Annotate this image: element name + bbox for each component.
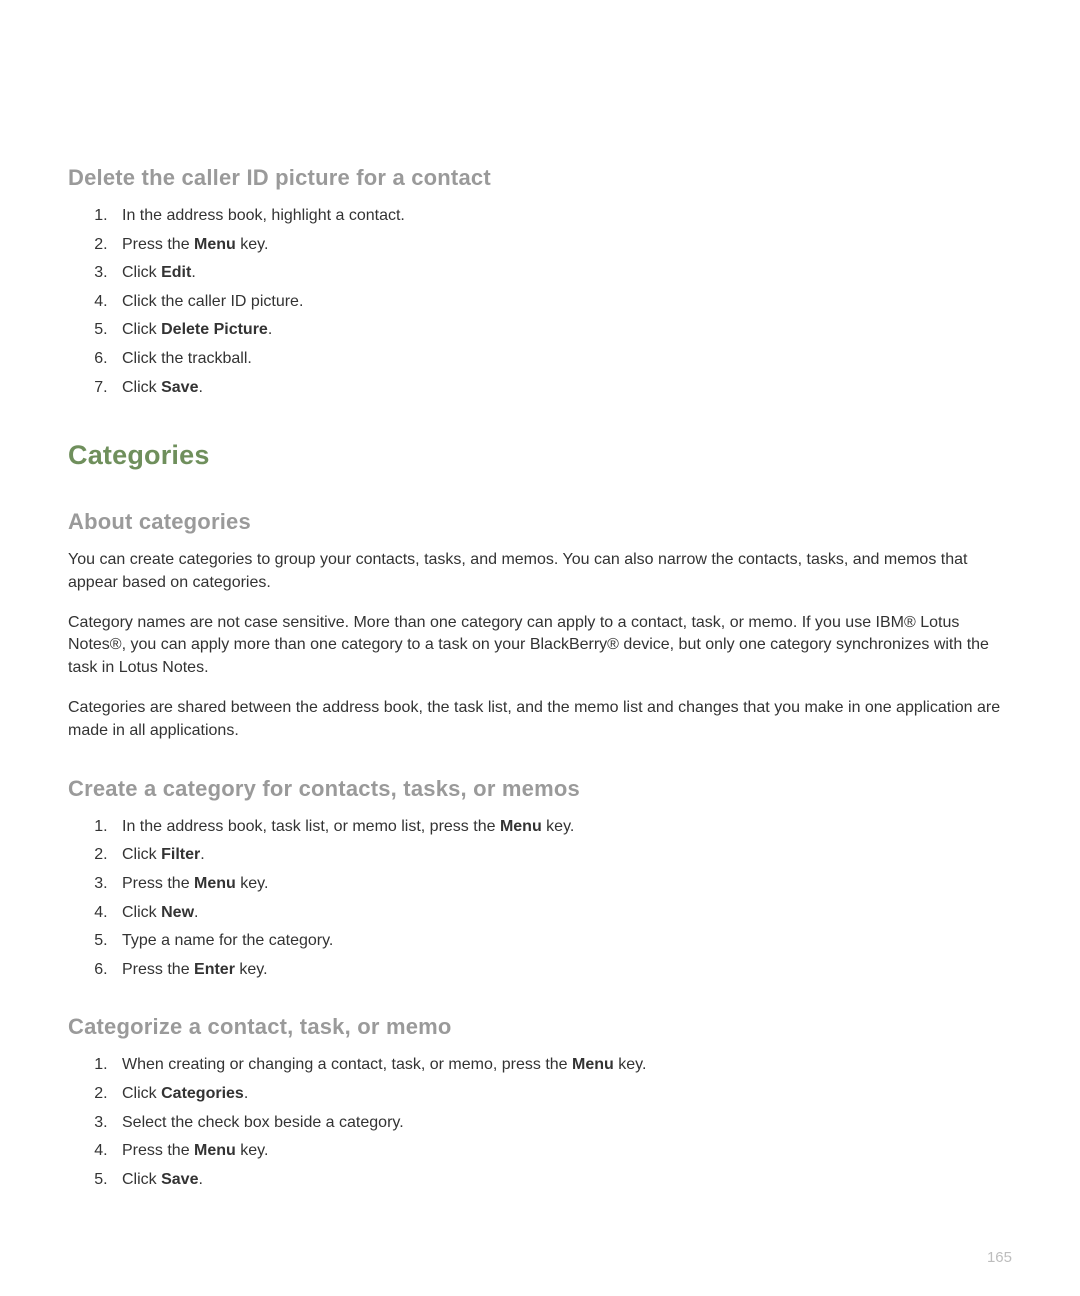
section-categorize: Categorize a contact, task, or memo When… — [68, 1014, 1012, 1190]
step: Click Edit. — [112, 262, 1012, 284]
step: Click Filter. — [112, 844, 1012, 866]
step: Type a name for the category. — [112, 930, 1012, 952]
step: Press the Menu key. — [112, 873, 1012, 895]
step: Click Save. — [112, 377, 1012, 399]
paragraph: Categories are shared between the addres… — [68, 697, 1012, 742]
heading-categorize: Categorize a contact, task, or memo — [68, 1014, 1012, 1040]
page-number: 165 — [987, 1249, 1012, 1266]
step: Select the check box beside a category. — [112, 1112, 1012, 1134]
steps-delete-caller-id: In the address book, highlight a contact… — [68, 205, 1012, 398]
step: Press the Enter key. — [112, 959, 1012, 981]
paragraph: You can create categories to group your … — [68, 549, 1012, 594]
step: Click Delete Picture. — [112, 319, 1012, 341]
step: Click the trackball. — [112, 348, 1012, 370]
step: Click Categories. — [112, 1083, 1012, 1105]
heading-create-category: Create a category for contacts, tasks, o… — [68, 776, 1012, 802]
step: Click Save. — [112, 1169, 1012, 1191]
step: Click New. — [112, 902, 1012, 924]
heading-about-categories: About categories — [68, 509, 1012, 535]
steps-create-category: In the address book, task list, or memo … — [68, 816, 1012, 981]
step: In the address book, highlight a contact… — [112, 205, 1012, 227]
section-create-category: Create a category for contacts, tasks, o… — [68, 776, 1012, 981]
step: When creating or changing a contact, tas… — [112, 1054, 1012, 1076]
heading-delete-caller-id: Delete the caller ID picture for a conta… — [68, 165, 1012, 191]
step: Press the Menu key. — [112, 1140, 1012, 1162]
document-page: { "pageNumber": "165", "s1": { "heading"… — [0, 0, 1080, 1190]
step: In the address book, task list, or memo … — [112, 816, 1012, 838]
step: Click the caller ID picture. — [112, 291, 1012, 313]
section-about-categories: About categories You can create categori… — [68, 509, 1012, 742]
step: Press the Menu key. — [112, 234, 1012, 256]
heading-categories: Categories — [68, 440, 1012, 471]
paragraph: Category names are not case sensitive. M… — [68, 612, 1012, 679]
section-delete-caller-id: Delete the caller ID picture for a conta… — [68, 165, 1012, 398]
steps-categorize: When creating or changing a contact, tas… — [68, 1054, 1012, 1190]
